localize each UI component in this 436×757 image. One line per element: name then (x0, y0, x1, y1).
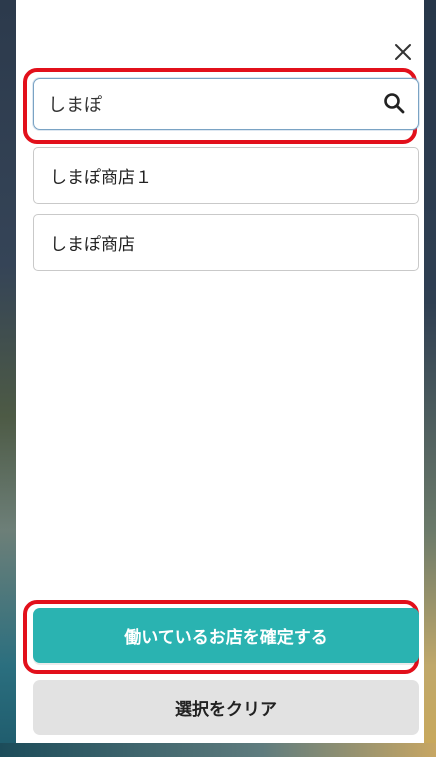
search-input[interactable] (48, 79, 368, 128)
list-item-label: しまぽ商店 (50, 235, 135, 255)
background-image-bottom (0, 743, 436, 757)
background-image-right (424, 0, 436, 757)
list-item-shop-2[interactable]: しまぽ商店 (33, 214, 419, 271)
background-image-left (0, 0, 16, 757)
search-icon[interactable] (382, 91, 406, 115)
shop-select-modal: しまぽ商店１ しまぽ商店 働いているお店を確定する 選択をクリア (16, 0, 424, 743)
search-box[interactable] (33, 78, 419, 130)
clear-selection-button[interactable]: 選択をクリア (33, 680, 419, 735)
confirm-shop-button[interactable]: 働いているお店を確定する (33, 608, 419, 663)
close-icon (395, 44, 411, 60)
list-item-label: しまぽ商店１ (50, 168, 152, 188)
list-item-shop-1[interactable]: しまぽ商店１ (33, 147, 419, 204)
close-button[interactable] (389, 38, 417, 66)
